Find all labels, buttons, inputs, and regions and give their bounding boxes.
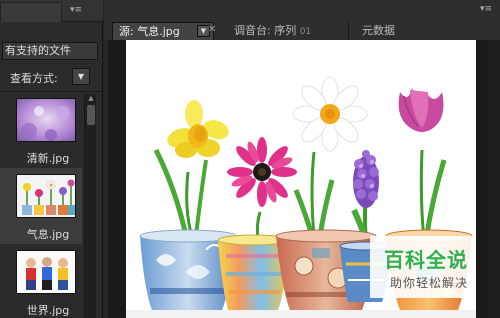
project-scrollbar[interactable]: ▲ <box>84 94 96 318</box>
project-panel-header: ▾≡ <box>0 0 103 22</box>
watermark-logo: 百科全说 助你轻松解决 <box>370 236 476 298</box>
source-preview: 百科全说 助你轻松解决 <box>126 40 476 318</box>
thumbnail-image <box>16 250 76 294</box>
view-mode-label: 查看方式: <box>10 72 58 85</box>
tab-bar: ▾≡ 源: 气息.jpg ▼ ✕ 调音台: 序列 01 元数据 <box>104 0 500 40</box>
preview-frame: 百科全说 助你轻松解决 <box>108 40 488 318</box>
watermark-title: 百科全说 <box>384 248 468 272</box>
list-item[interactable]: 气息.jpg <box>0 168 82 244</box>
dropdown-arrow-icon[interactable]: ▼ <box>72 68 90 85</box>
list-item-label: 气息.jpg <box>26 228 70 241</box>
project-panel-tab[interactable] <box>0 2 62 22</box>
tab-source-label: 源: 气息.jpg <box>119 25 180 38</box>
preview-scrollbar[interactable] <box>488 40 500 318</box>
panel-menu-icon[interactable]: ▾≡ <box>480 4 492 14</box>
source-monitor-panel: ▾≡ 源: 气息.jpg ▼ ✕ 调音台: 序列 01 元数据 百科全说 助你轻… <box>104 0 500 318</box>
tab-metadata-label: 元数据 <box>362 24 395 37</box>
list-item-label: 清新.jpg <box>26 152 70 165</box>
list-item[interactable]: 清新.jpg <box>0 92 82 168</box>
thumbnail-image <box>16 98 76 142</box>
tab-source[interactable]: 源: 气息.jpg ▼ <box>112 22 214 40</box>
thumbnail-image <box>16 174 76 218</box>
tab-audio-mixer-number: 01 <box>299 27 312 37</box>
scroll-up-icon[interactable]: ▲ <box>85 94 97 104</box>
panel-menu-icon[interactable]: ▾≡ <box>70 5 82 15</box>
scrollbar-thumb[interactable] <box>87 105 95 125</box>
file-filter-field[interactable]: 有支持的文件 <box>2 42 98 60</box>
watermark-subtitle: 助你轻松解决 <box>390 276 469 290</box>
project-panel: ▾≡ 有支持的文件 查看方式: ▼ 清新.jpg 气息.jpg 世界.jpg ▲ <box>0 0 103 318</box>
tab-separator <box>348 22 349 40</box>
close-icon[interactable]: ✕ <box>208 24 216 35</box>
file-filter-label: 有支持的文件 <box>5 44 71 57</box>
tab-audio-mixer-label: 调音台: 序列 <box>234 24 297 37</box>
list-item-label: 世界.jpg <box>26 304 70 317</box>
tab-metadata[interactable]: 元数据 <box>356 22 416 40</box>
media-list: 清新.jpg 气息.jpg 世界.jpg <box>0 92 82 318</box>
tab-audio-mixer[interactable]: 调音台: 序列 01 <box>228 22 344 40</box>
list-item[interactable]: 世界.jpg <box>0 244 82 318</box>
